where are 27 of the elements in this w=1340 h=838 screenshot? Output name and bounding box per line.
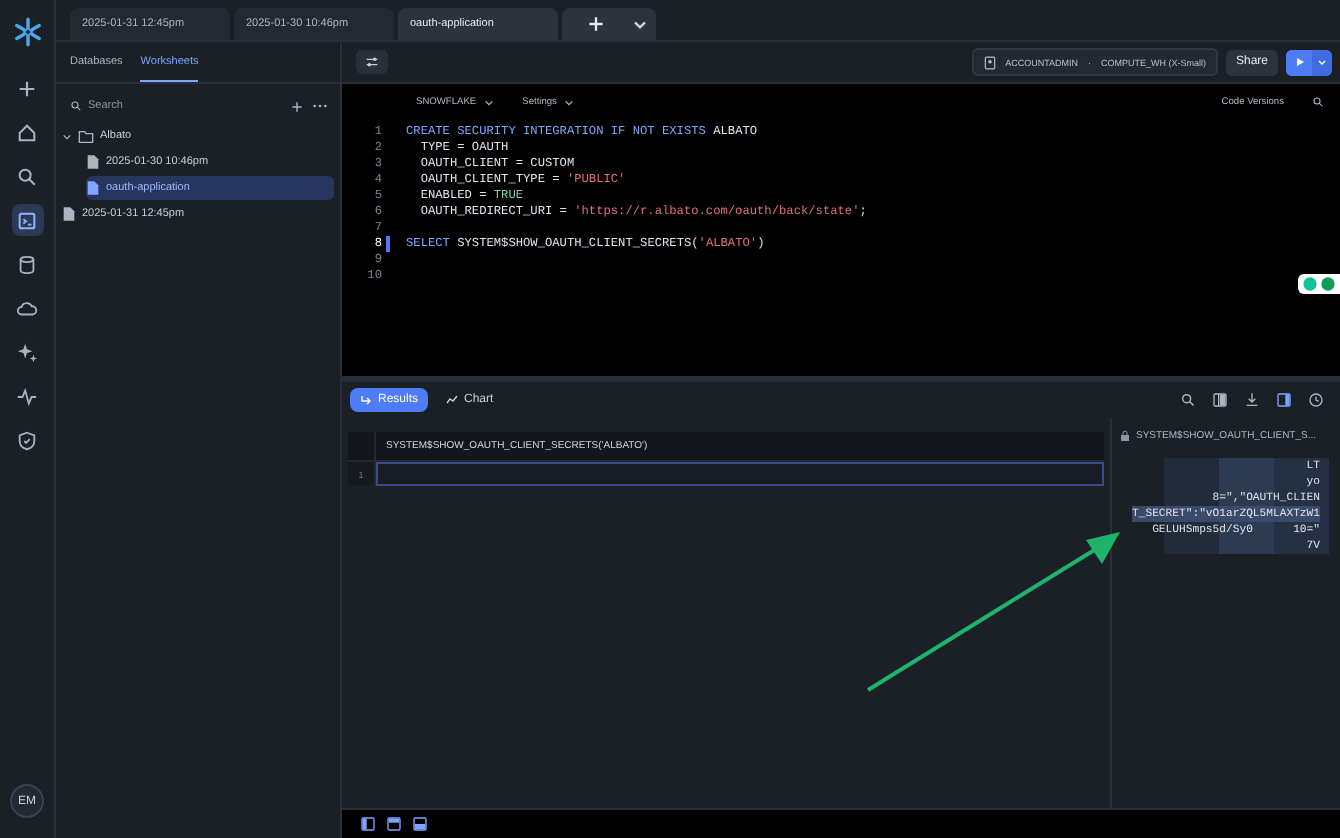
search-icon[interactable] [1180, 392, 1196, 408]
left-panel-icon[interactable] [360, 816, 376, 832]
chevron-icon[interactable] [62, 131, 72, 141]
user-badge-icon [983, 55, 996, 69]
play-icon [1293, 56, 1305, 68]
snowflake-logo[interactable] [11, 16, 43, 48]
sliders-icon [364, 54, 380, 70]
lock-icon [1120, 430, 1130, 442]
history-icon[interactable] [1308, 392, 1324, 408]
extension-icons[interactable] [1298, 274, 1340, 294]
search-icon [70, 100, 82, 112]
filter-button[interactable] [356, 50, 388, 74]
download-icon[interactable] [1244, 392, 1260, 408]
plus-icon[interactable] [290, 99, 304, 113]
search-icon[interactable] [1312, 96, 1324, 108]
folder-icon [78, 129, 94, 143]
caret-icon [564, 97, 575, 107]
caret-icon [484, 97, 495, 107]
line-chart-icon [446, 394, 459, 406]
caret-icon [1316, 56, 1328, 68]
return-arrow-icon [360, 394, 372, 406]
top-panel-icon[interactable] [386, 816, 402, 832]
columns-icon[interactable] [1212, 392, 1228, 408]
worksheet-icon[interactable] [11, 204, 43, 236]
run-options-button[interactable] [1312, 49, 1332, 75]
bottom-panel-icon[interactable] [412, 816, 428, 832]
panel-icon[interactable] [1276, 392, 1292, 408]
